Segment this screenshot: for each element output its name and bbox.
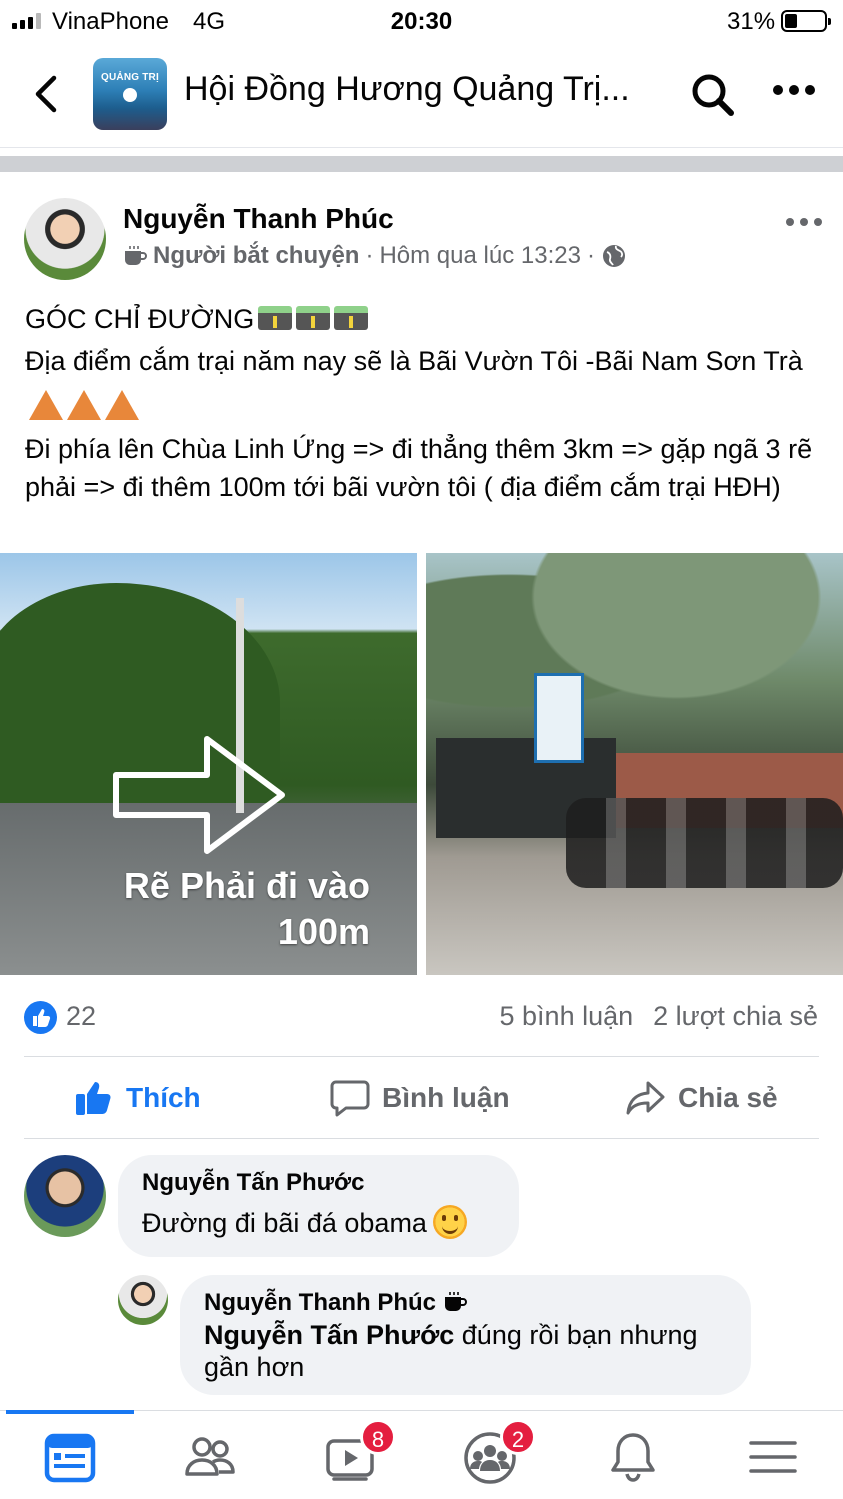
status-bar: VinaPhone 4G 20:30 31% <box>0 0 843 44</box>
divider <box>24 1138 819 1139</box>
tent-emoji-icon <box>67 390 101 420</box>
reply-author-name: Nguyễn Thanh Phúc <box>204 1287 727 1319</box>
smile-emoji-icon <box>432 1205 467 1239</box>
post-text-line-2: Địa điểm cắm trại năm nay sẽ là Bãi Vườn… <box>25 346 803 376</box>
post-photo-campsite[interactable] <box>426 553 843 975</box>
divider <box>24 1056 819 1057</box>
group-avatar-emblem <box>123 88 137 102</box>
friends-icon[interactable] <box>180 1427 240 1487</box>
post-photo-road[interactable]: Rẽ Phải đi vào 100m <box>0 553 417 975</box>
share-icon <box>626 1081 665 1115</box>
bottom-tab-bar: 8 2 <box>0 1410 843 1499</box>
post-text-line-3: Đi phía lên Chùa Linh Ứng => đi thẳng th… <box>25 434 813 502</box>
right-arrow-icon <box>113 736 285 854</box>
notifications-icon[interactable] <box>603 1427 663 1487</box>
road-emoji-icon <box>296 306 331 330</box>
menu-icon[interactable] <box>743 1427 803 1487</box>
like-label: Thích <box>126 1082 201 1113</box>
watch-icon[interactable]: 8 <box>320 1419 396 1487</box>
like-reaction-icon[interactable] <box>24 1001 57 1034</box>
groups-icon[interactable]: 2 <box>460 1419 536 1487</box>
group-avatar[interactable]: QUẢNG TRỊ <box>93 58 167 130</box>
meta-separator: · <box>365 242 374 269</box>
author-avatar[interactable] <box>24 198 106 280</box>
back-icon[interactable] <box>30 72 66 116</box>
road-emoji-icon <box>334 306 369 330</box>
post-body: GÓC CHỈ ĐƯỜNG Địa điểm cắm trại năm nay … <box>25 300 820 506</box>
post-timestamp[interactable]: Hôm qua lúc 13:23 <box>379 242 580 270</box>
commenter-avatar[interactable] <box>24 1155 106 1237</box>
active-tab-indicator <box>6 1410 134 1414</box>
reply-avatar[interactable] <box>118 1275 168 1325</box>
thumbs-up-icon <box>76 1082 111 1115</box>
post-more-icon[interactable] <box>784 214 824 230</box>
group-avatar-logo-text: QUẢNG TRỊ <box>101 72 159 83</box>
like-button[interactable]: Thích <box>74 1066 201 1130</box>
comment-button[interactable]: Bình luận <box>330 1066 510 1130</box>
comment-label: Bình luận <box>382 1082 510 1113</box>
group-title[interactable]: Hội Đồng Hương Quảng Trị... <box>184 70 664 109</box>
share-label: Chia sẻ <box>678 1082 778 1113</box>
share-button[interactable]: Chia sẻ <box>626 1066 778 1130</box>
commenter-name[interactable]: Nguyễn Tấn Phước <box>142 1167 495 1199</box>
clock: 20:30 <box>390 8 453 35</box>
coffee-cup-icon <box>444 1292 467 1311</box>
groups-badge: 2 <box>500 1419 536 1455</box>
coffee-cup-icon <box>125 246 147 265</box>
more-icon[interactable] <box>770 80 818 100</box>
tent-emoji-icon <box>29 390 63 420</box>
reply-bubble[interactable]: Nguyễn Thanh Phúc Nguyễn Tấn Phước đúng … <box>180 1275 751 1395</box>
like-count[interactable]: 22 <box>66 1001 96 1032</box>
group-header: QUẢNG TRỊ Hội Đồng Hương Quảng Trị... <box>0 44 843 148</box>
meta-separator-2: · <box>586 242 595 269</box>
news-feed-icon[interactable] <box>40 1427 100 1487</box>
feed-divider <box>0 156 843 172</box>
share-count[interactable]: 2 lượt chia sẻ <box>653 1001 818 1032</box>
engagement-counts: 5 bình luận 2 lượt chia sẻ <box>500 1001 818 1032</box>
comment-text: Đường đi bãi đá obama <box>142 1205 495 1240</box>
comment-count[interactable]: 5 bình luận <box>500 1001 634 1032</box>
member-badge[interactable]: Người bắt chuyện <box>153 242 359 270</box>
watch-badge: 8 <box>360 1419 396 1455</box>
post-meta: Người bắt chuyện · Hôm qua lúc 13:23 · <box>123 242 627 270</box>
author-name[interactable]: Nguyễn Thanh Phúc <box>123 203 394 235</box>
photo-caption: Rẽ Phải đi vào 100m <box>123 865 370 952</box>
post-actions: Thích Bình luận Chia sẻ <box>24 1066 819 1130</box>
globe-icon <box>602 245 625 267</box>
road-emoji-icon <box>258 306 293 330</box>
reply-text: Nguyễn Tấn Phước đúng rồi bạn nhưng gần … <box>204 1320 698 1382</box>
post-text-line-1: GÓC CHỈ ĐƯỜNG <box>25 304 255 334</box>
comment-icon <box>330 1080 370 1117</box>
reply-mention[interactable]: Nguyễn Tấn Phước <box>204 1320 454 1350</box>
tent-emoji-icon <box>105 390 139 420</box>
battery-icon <box>781 10 831 32</box>
search-icon[interactable] <box>690 72 736 118</box>
battery-percent: 31% <box>727 8 776 35</box>
comment-bubble[interactable]: Nguyễn Tấn Phước Đường đi bãi đá obama <box>118 1155 519 1257</box>
